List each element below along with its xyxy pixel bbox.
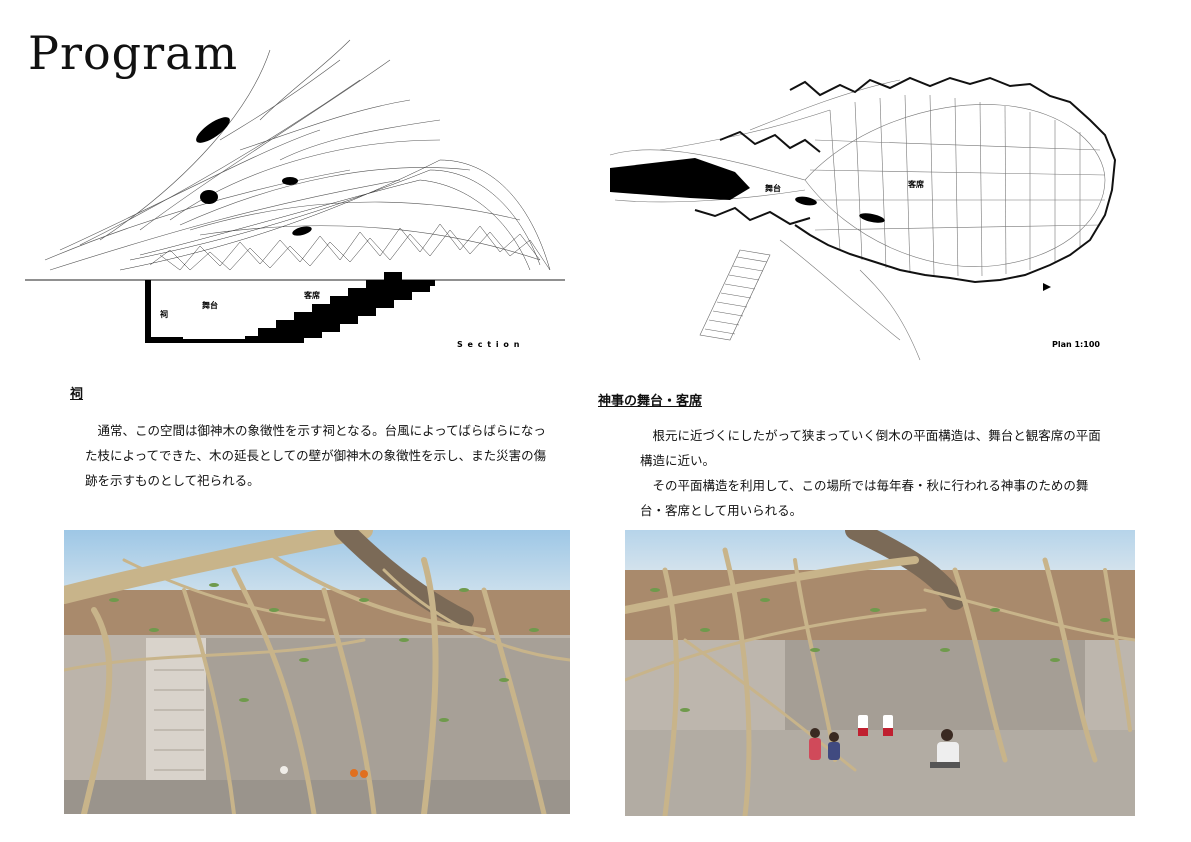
plan-stair xyxy=(699,249,771,341)
plan-label-seats: 客席 xyxy=(907,179,924,189)
plan-cut-mark xyxy=(795,196,817,206)
ritual-paragraph-1: 根元に近づくにしたがって狭まっていく倒木の平面構造は、舞台と観客席の平面構造に近… xyxy=(640,428,1101,468)
ritual-description: 神事の舞台・客席 根元に近づくにしたがって狭まっていく倒木の平面構造は、舞台と観… xyxy=(598,390,1108,523)
section-cut-mark xyxy=(200,190,218,204)
section-cut-mark xyxy=(196,117,230,143)
plan-caption: Plan 1:100 xyxy=(1052,340,1100,349)
shrine-render-image xyxy=(64,530,570,814)
plan-branch-ring xyxy=(694,76,1117,284)
north-arrow-icon xyxy=(1043,283,1051,291)
shrine-description: 祠 通常、この空間は御神木の象徴性を示す祠となる。台風によってばらばらになった枝… xyxy=(70,383,550,493)
section-cut-mark xyxy=(282,177,298,185)
plan-trunk-root xyxy=(610,158,750,200)
ritual-heading: 神事の舞台・客席 xyxy=(598,394,703,409)
section-label-stage: 舞台 xyxy=(201,300,218,310)
section-cut-mark xyxy=(292,226,312,236)
plan-grid-lines xyxy=(609,79,1106,361)
section-label-seats: 客席 xyxy=(303,290,320,300)
shrine-heading: 祠 xyxy=(70,387,84,402)
plan-cut-mark xyxy=(859,213,885,223)
shrine-body: 通常、この空間は御神木の象徴性を示す祠となる。台風によってばらばらになった枝によ… xyxy=(70,418,550,493)
ritual-body: 根元に近づくにしたがって狭まっていく倒木の平面構造は、舞台と観客席の平面構造に近… xyxy=(598,423,1108,523)
section-canopy-mesh xyxy=(119,159,551,271)
section-label-shrine: 祠 xyxy=(160,309,168,319)
shrine-render-graphic xyxy=(64,530,570,814)
ritual-paragraph-2: その平面構造を利用して、この場所では毎年春・秋に行われる神事のための舞台・客席と… xyxy=(640,478,1089,518)
ritual-render-image xyxy=(625,530,1135,816)
section-drawing: 祠 舞台 客席 S e c t i o n xyxy=(25,39,565,349)
section-caption: S e c t i o n xyxy=(457,340,520,349)
plan-drawing: 舞台 客席 Plan 1:100 xyxy=(609,76,1117,361)
plan-label-stage: 舞台 xyxy=(764,183,781,193)
ritual-render-graphic xyxy=(625,530,1135,816)
shrine-paragraph: 通常、この空間は御神木の象徴性を示す祠となる。台風によってばらばらになった枝によ… xyxy=(85,423,547,488)
stage-section-solid xyxy=(145,272,435,343)
section-tree-lines xyxy=(44,39,541,271)
